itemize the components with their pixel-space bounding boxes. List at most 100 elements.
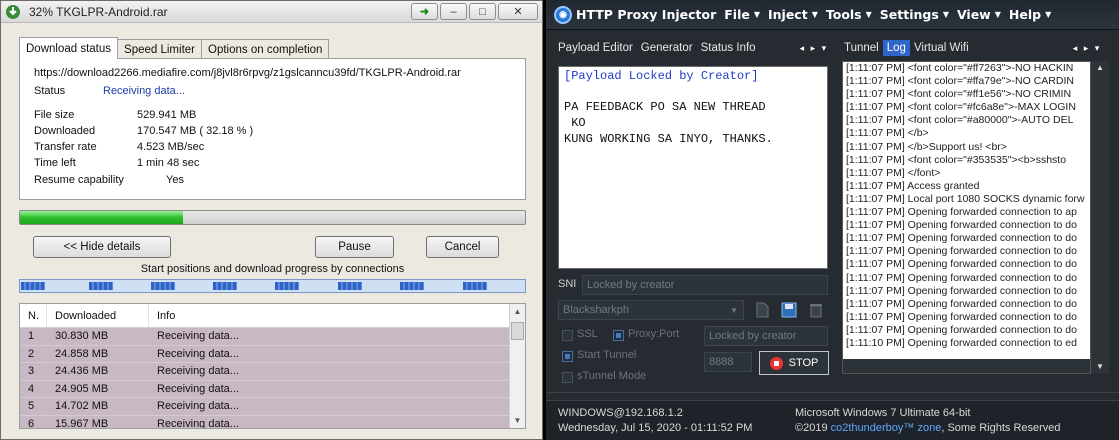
resume-value: Yes xyxy=(166,174,184,186)
tab-scroll-arrows-icon[interactable]: ◂ ▸ ▾ xyxy=(1073,43,1102,54)
ssl-checkbox[interactable] xyxy=(562,330,573,341)
stunnel-label: sTunnel Mode xyxy=(577,370,647,382)
log-line: [1:11:07 PM] <font color="#ffa79e">-NO C… xyxy=(846,75,1074,88)
tab-payload-editor[interactable]: Payload Editor xyxy=(554,40,637,56)
os-info: Microsoft Windows 7 Ultimate 64-bit xyxy=(795,407,971,419)
table-row[interactable]: 4 24.905 MB Receiving data... xyxy=(20,380,525,398)
menu-view[interactable]: View ▼ xyxy=(957,7,1001,22)
status-value: Receiving data... xyxy=(103,85,185,97)
list-scrollbar[interactable]: ▲ ▼ xyxy=(509,304,525,428)
log-line: [1:11:07 PM] <font color="#ff7263">-NO H… xyxy=(846,62,1074,74)
chevron-down-icon: ▼ xyxy=(753,10,760,19)
menu-inject[interactable]: Inject ▼ xyxy=(768,7,818,22)
tab-scroll-arrows-icon[interactable]: ◂ ▸ ▾ xyxy=(800,43,829,54)
copyright-prefix: ©2019 xyxy=(795,422,828,434)
table-row[interactable]: 1 30.830 MB Receiving data... xyxy=(20,328,525,346)
menu-settings[interactable]: Settings ▼ xyxy=(880,7,949,22)
chevron-down-icon: ▼ xyxy=(865,10,872,19)
scroll-down-icon[interactable]: ▼ xyxy=(510,413,525,428)
sni-input[interactable]: Locked by creator xyxy=(582,275,828,295)
log-vertical-scrollbar[interactable]: ▲ ▼ xyxy=(1091,61,1109,374)
log-line: [1:11:10 PM] Opening forwarded connectio… xyxy=(846,336,1077,349)
menu-settings-label: Settings xyxy=(879,7,939,22)
log-line: [1:11:07 PM] <font color="#ff1e56">-NO C… xyxy=(846,88,1072,101)
table-row[interactable]: 6 15.967 MB Receiving data... xyxy=(20,415,525,428)
log-line: [1:11:07 PM] <font color="#353535"><b>ss… xyxy=(846,153,1067,166)
log-line: [1:11:07 PM] <font color="#fc6a8e">-MAX … xyxy=(846,101,1076,114)
tab-download-status[interactable]: Download status xyxy=(19,37,119,59)
chevron-down-icon: ▼ xyxy=(811,10,818,19)
stunnel-checkbox[interactable] xyxy=(562,372,573,383)
download-window: 32% TKGLPR-Android.rar ➜ – □ ✕ Download … xyxy=(0,0,543,440)
scroll-down-icon[interactable]: ▼ xyxy=(1091,360,1109,374)
proxy-port-checkbox[interactable] xyxy=(613,330,624,341)
column-header-n[interactable]: N. xyxy=(20,304,47,327)
tab-options-on-completion[interactable]: Options on completion xyxy=(201,39,330,59)
menu-bar: ◉ HTTP Proxy Injector File ▼ Inject ▼ Tool… xyxy=(546,0,1119,30)
log-panel[interactable]: [1:11:07 PM] <font color="#ff7263">-NO H… xyxy=(842,61,1091,374)
tab-generator[interactable]: Generator xyxy=(637,40,697,56)
hide-details-button[interactable]: << Hide details xyxy=(33,236,171,258)
author-link[interactable]: co2thunderboy™ zone xyxy=(831,422,942,434)
time-left-value: 1 min 48 sec xyxy=(137,157,200,169)
tab-log[interactable]: Log xyxy=(882,40,910,56)
start-tunnel-label: Start Tunnel xyxy=(577,349,637,361)
payload-editor[interactable]: [Payload Locked by Creator] PA FEEDBACK … xyxy=(558,66,828,269)
column-header-downloaded[interactable]: Downloaded xyxy=(47,304,149,327)
right-tab-strip: Tunnel Log Virtual Wifi ◂ ▸ ▾ xyxy=(840,40,1101,56)
cell-downloaded: 30.830 MB xyxy=(55,330,109,343)
save-icon[interactable] xyxy=(780,301,798,319)
menu-help-label: Help xyxy=(1008,7,1042,22)
trash-icon[interactable] xyxy=(807,301,825,319)
menu-file[interactable]: File ▼ xyxy=(724,7,760,22)
transfer-rate-value: 4.523 MB/sec xyxy=(137,141,205,153)
close-button[interactable]: ✕ xyxy=(498,3,538,20)
file-size-value: 529.941 MB xyxy=(137,109,197,121)
stop-button[interactable]: STOP xyxy=(759,351,829,375)
connection-segment xyxy=(338,282,362,290)
log-line: [1:11:07 PM] Opening forwarded connectio… xyxy=(846,245,1077,258)
chevron-down-icon: ▼ xyxy=(942,10,949,19)
scroll-thumb[interactable] xyxy=(511,322,524,340)
tab-virtual-wifi[interactable]: Virtual Wifi xyxy=(910,40,973,56)
scroll-up-icon[interactable]: ▲ xyxy=(1091,61,1109,75)
download-status-panel: https://download2266.mediafire.com/j8jvl… xyxy=(19,58,526,200)
maximize-button[interactable]: □ xyxy=(469,3,496,20)
log-line: [1:11:07 PM] Opening forwarded connectio… xyxy=(846,323,1077,336)
pause-button[interactable]: Pause xyxy=(315,236,394,258)
minimize-button[interactable]: – xyxy=(440,3,467,20)
menu-help[interactable]: Help ▼ xyxy=(1009,7,1051,22)
list-rows: 1 30.830 MB Receiving data... 2 24.858 MB Rec… xyxy=(20,328,525,428)
column-header-info[interactable]: Info xyxy=(149,304,509,327)
tab-status-info[interactable]: Status Info xyxy=(697,40,760,56)
arrow-icon[interactable]: ➜ xyxy=(411,3,438,20)
log-horizontal-scrollbar[interactable] xyxy=(843,359,1090,373)
tab-speed-limiter[interactable]: Speed Limiter xyxy=(117,39,202,59)
start-tunnel-checkbox[interactable] xyxy=(562,351,573,362)
proxy-port-label: Proxy:Port xyxy=(628,328,680,340)
cell-downloaded: 24.436 MB xyxy=(55,365,109,378)
scroll-up-icon[interactable]: ▲ xyxy=(510,304,525,319)
tab-tunnel[interactable]: Tunnel xyxy=(840,40,883,56)
server-select[interactable]: Blacksharkph ▼ xyxy=(558,300,744,320)
table-row[interactable]: 5 14.702 MB Receiving data... xyxy=(20,398,525,416)
menu-tools[interactable]: Tools ▼ xyxy=(826,7,872,22)
port-input[interactable]: 8888 xyxy=(704,352,752,372)
title-bar[interactable]: 32% TKGLPR-Android.rar ➜ – □ ✕ xyxy=(1,1,542,23)
cell-info: Receiving data... xyxy=(157,365,239,378)
cell-n: 1 xyxy=(28,330,35,343)
cell-info: Receiving data... xyxy=(157,382,239,395)
chevron-down-icon: ▼ xyxy=(994,10,1001,19)
connection-segment xyxy=(275,282,299,290)
cell-n: 5 xyxy=(28,400,35,413)
stop-icon xyxy=(769,356,783,370)
log-line: [1:11:07 PM] Opening forwarded connectio… xyxy=(846,206,1077,219)
file-icon[interactable] xyxy=(753,301,771,319)
table-row[interactable]: 3 24.436 MB Receiving data... xyxy=(20,363,525,381)
cancel-button[interactable]: Cancel xyxy=(426,236,499,258)
connection-segment xyxy=(89,282,113,290)
menu-inject-label: Inject xyxy=(768,7,808,22)
payload-line: PA FEEDBACK PO SA NEW THREAD xyxy=(564,100,766,114)
proxy-input[interactable]: Locked by creator xyxy=(704,326,828,346)
table-row[interactable]: 2 24.858 MB Receiving data... xyxy=(20,345,525,363)
